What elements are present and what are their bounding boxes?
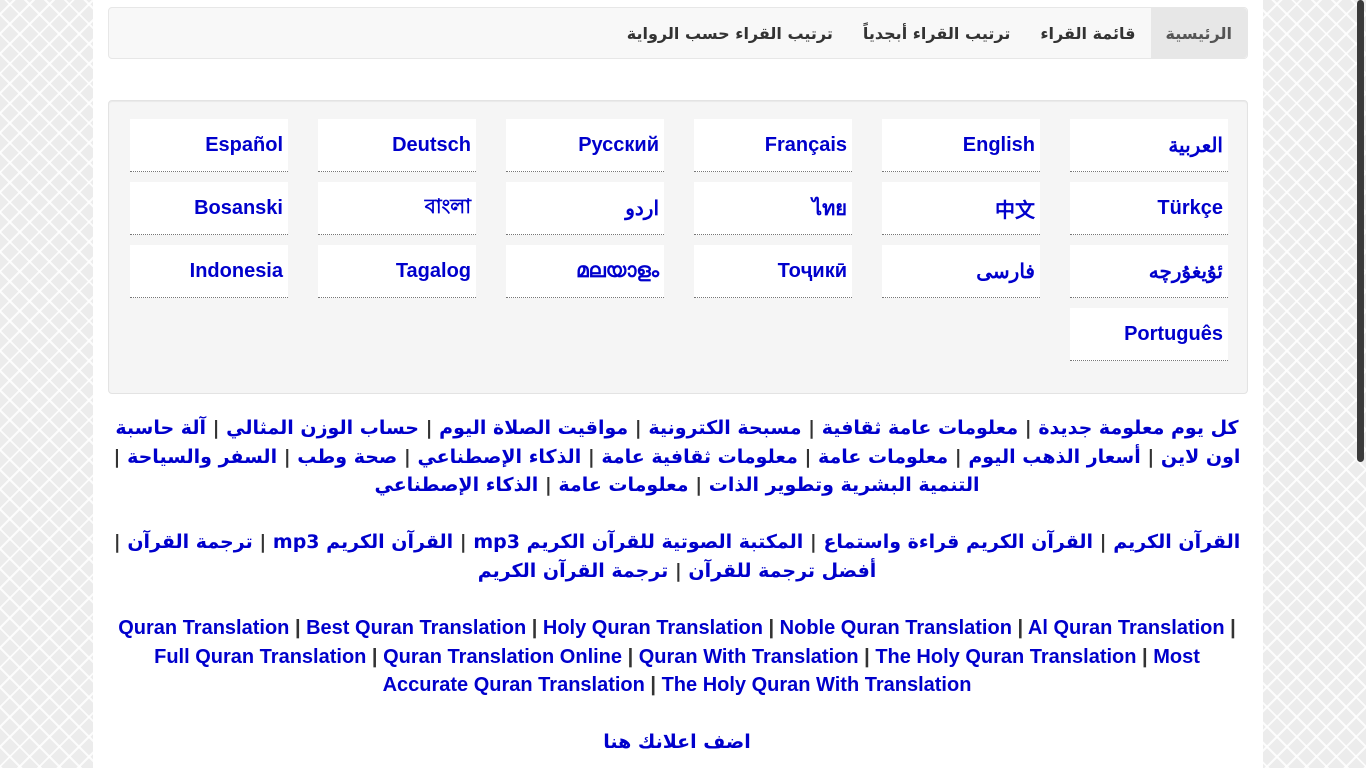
language-grid: العربية English Français Русский Deutsch Espa… — [128, 119, 1228, 361]
language-link[interactable]: Русский — [506, 119, 664, 172]
footer-link[interactable]: كل يوم معلومة جديدة — [1038, 417, 1238, 439]
language-link[interactable]: Français — [694, 119, 852, 172]
link-separator: | — [762, 617, 780, 639]
footer-link[interactable]: مسبحة الكترونية — [648, 417, 801, 439]
language-link[interactable]: العربية — [1070, 119, 1228, 172]
link-separator: | — [1018, 417, 1039, 439]
footer-link[interactable]: ترجمة القرآن الكريم — [478, 560, 669, 582]
footer-link[interactable]: Holy Quran Translation — [543, 617, 763, 639]
language-link[interactable]: മലയാളം — [506, 245, 664, 298]
footer-link[interactable]: القرآن الكريم mp3 — [273, 531, 453, 553]
footer-link[interactable]: Noble Quran Translation — [780, 617, 1012, 639]
link-separator: | — [797, 445, 819, 468]
footer-link[interactable]: أسعار الذهب اليوم — [968, 446, 1140, 468]
footer-link[interactable]: أفضل ترجمة للقرآن — [688, 560, 876, 582]
link-separator: | — [1140, 445, 1161, 468]
link-separator: | — [644, 674, 662, 696]
top-navbar: الرئيسية قائمة القراء ترتيب القراء أبجدياً… — [108, 7, 1248, 59]
link-separator: | — [581, 445, 602, 468]
language-link[interactable]: ئۇيغۇرچە — [1070, 245, 1228, 298]
quran-links-arabic: القرآن الكريم | القرآن الكريم قراءة واست… — [113, 528, 1241, 585]
link-separator: | — [205, 417, 227, 439]
link-separator: | — [289, 617, 307, 639]
link-separator: | — [1136, 645, 1154, 668]
link-separator: | — [858, 645, 876, 668]
language-link[interactable]: Tagalog — [318, 245, 476, 298]
link-separator: | — [453, 531, 474, 553]
nav-item-0[interactable]: الرئيسية — [1150, 8, 1247, 58]
language-link[interactable]: ไทย — [694, 182, 852, 235]
link-separator: | — [252, 531, 273, 553]
language-link[interactable]: فارسی — [882, 245, 1040, 298]
footer-link[interactable]: مواقيت الصلاة اليوم — [439, 417, 628, 439]
language-link[interactable]: 中文 — [882, 182, 1040, 235]
footer-link[interactable]: المكتبة الصوتية للقرآن الكريم mp3 — [473, 531, 803, 553]
link-separator: | — [419, 417, 440, 439]
footer-link[interactable]: صحة وطب — [297, 446, 397, 468]
language-link[interactable]: Indonesia — [130, 245, 288, 298]
language-link[interactable]: বাংলা — [318, 182, 476, 235]
advertise-link-block: اضف اعلانك هنا — [113, 728, 1241, 757]
link-separator: | — [801, 417, 822, 439]
footer-link[interactable]: ترجمة القرآن — [127, 531, 252, 553]
link-separator: | — [803, 531, 824, 553]
link-separator: | — [622, 645, 639, 668]
link-separator: | — [688, 474, 709, 496]
info-links: كل يوم معلومة جديدة | معلومات عامة ثقافي… — [113, 414, 1241, 500]
link-separator: | — [1093, 531, 1114, 553]
link-separator: | — [366, 645, 384, 668]
footer-link[interactable]: Al Quran Translation — [1028, 617, 1225, 639]
link-separator: | — [948, 445, 969, 468]
footer-link[interactable]: معلومات ثقافية عامة — [601, 446, 797, 468]
language-panel: العربية English Français Русский Deutsch Espa… — [108, 100, 1248, 394]
nav-item-2[interactable]: ترتيب القراء أبجدياً — [848, 8, 1025, 58]
footer-link[interactable]: The Holy Quran Translation — [875, 646, 1136, 668]
link-separator: | — [526, 617, 543, 639]
footer-link[interactable]: السفر والسياحة — [127, 446, 277, 468]
footer-link[interactable]: حساب الوزن المثالي — [226, 417, 419, 439]
footer-link[interactable]: الذكاء الإصطناعي — [374, 474, 538, 496]
scrollbar-thumb[interactable] — [1357, 0, 1364, 462]
page-container: الرئيسية قائمة القراء ترتيب القراء أبجدياً… — [93, 0, 1263, 768]
nav-item-1[interactable]: قائمة القراء — [1025, 8, 1150, 58]
link-separator: | — [668, 559, 689, 582]
footer-link[interactable]: The Holy Quran With Translation — [662, 674, 972, 696]
footer-link[interactable]: التنمية البشرية وتطوير الذات — [709, 474, 980, 496]
footer-link[interactable]: معلومات عامة ثقافية — [822, 417, 1018, 439]
language-link[interactable]: English — [882, 119, 1040, 172]
footer-link[interactable]: القرآن الكريم — [1113, 531, 1240, 553]
link-separator: | — [1011, 617, 1028, 639]
link-separator: | — [538, 474, 559, 496]
footer-link[interactable]: Quran With Translation — [639, 646, 859, 668]
language-link[interactable]: Тоҷикӣ — [694, 245, 852, 298]
link-separator: | — [113, 531, 128, 553]
quran-links-english: Quran Translation | Best Quran Translati… — [113, 614, 1241, 700]
language-link[interactable]: Türkçe — [1070, 182, 1228, 235]
footer-link[interactable]: Full Quran Translation — [154, 646, 366, 668]
link-separator: | — [113, 445, 128, 468]
footer-link[interactable]: الذكاء الإصطناعي — [417, 446, 581, 468]
footer-link[interactable]: معلومات عامة — [558, 474, 688, 496]
language-link[interactable]: اردو — [506, 182, 664, 235]
footer-link[interactable]: القرآن الكريم قراءة واستماع — [823, 531, 1093, 553]
language-link[interactable]: Deutsch — [318, 119, 476, 172]
footer-link[interactable]: اضف اعلانك هنا — [603, 731, 751, 753]
footer-link[interactable]: Quran Translation — [118, 617, 289, 639]
link-separator: | — [397, 445, 418, 468]
language-link[interactable]: Bosanski — [130, 182, 288, 235]
footer-link[interactable]: Best Quran Translation — [306, 617, 526, 639]
nav-item-3[interactable]: ترتيب القراء حسب الرواية — [612, 8, 848, 58]
link-separator: | — [1224, 617, 1236, 639]
footer-link[interactable]: Quran Translation Online — [383, 646, 622, 668]
link-separator: | — [277, 445, 298, 468]
language-link[interactable]: Español — [130, 119, 288, 172]
language-link[interactable]: Português — [1070, 308, 1228, 361]
footer-link[interactable]: معلومات عامة — [818, 446, 948, 468]
link-separator: | — [628, 417, 649, 439]
